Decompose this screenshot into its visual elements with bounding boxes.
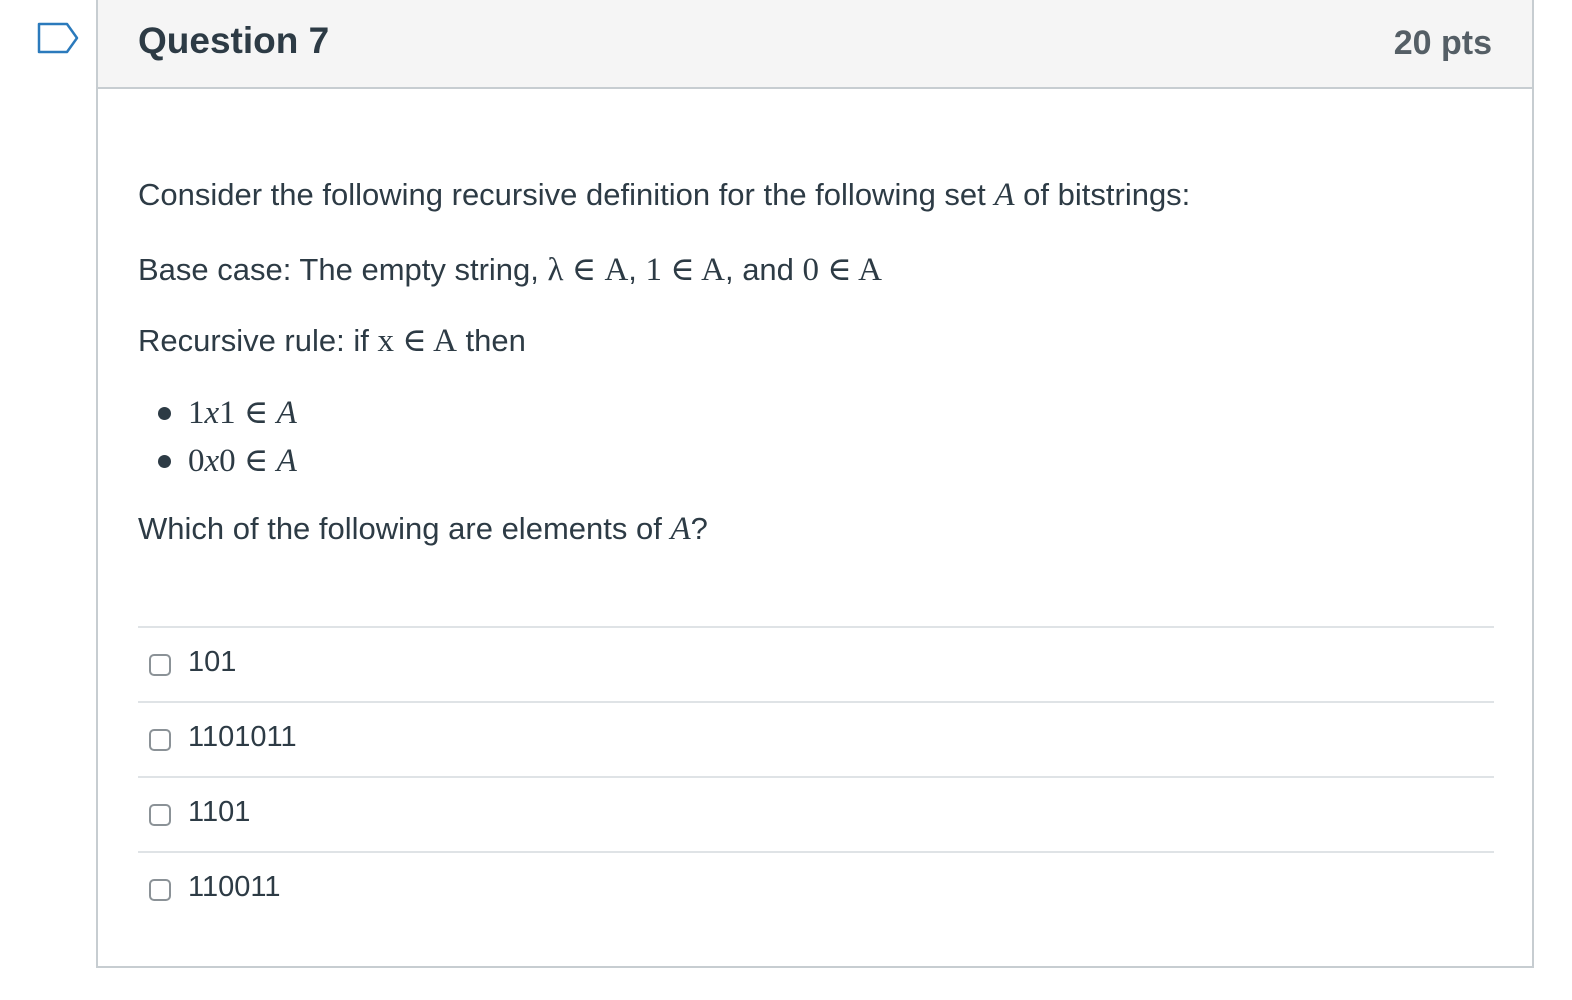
- rule-pre: 1: [188, 395, 205, 431]
- rule-item: 0x0 ∈ A: [138, 437, 297, 485]
- answer-label[interactable]: 1101011: [188, 721, 297, 754]
- answer-option[interactable]: 110011: [138, 851, 1494, 926]
- rule-set: A: [276, 443, 297, 479]
- checkbox-icon[interactable]: [149, 654, 171, 676]
- answer-label[interactable]: 110011: [188, 871, 280, 904]
- answer-label[interactable]: 1101: [188, 796, 250, 829]
- rule-pre: 0: [188, 443, 205, 479]
- question-intro: Consider the following recursive definit…: [138, 177, 1190, 214]
- rule-item: 1x1 ∈ A: [138, 389, 297, 437]
- question-title: Question 7: [138, 20, 330, 61]
- base-case-math-1: λ ∈ A: [547, 252, 629, 288]
- bullet-icon: [158, 455, 171, 468]
- base-case: Base case: The empty string, λ ∈ A, 1 ∈ …: [138, 249, 882, 289]
- rule-post: 0 ∈: [219, 443, 277, 479]
- answer-option[interactable]: 101: [138, 626, 1494, 701]
- checkbox-icon[interactable]: [149, 804, 171, 826]
- intro-text-after: of bitstrings:: [1014, 177, 1191, 212]
- question-header: Question 7 20 pts: [98, 0, 1532, 89]
- prompt-text-after: ?: [690, 511, 708, 546]
- rule-set: A: [276, 395, 297, 431]
- recursive-rule-condition: x ∈ A: [377, 323, 457, 359]
- recursive-rule: Recursive rule: if x ∈ A then: [138, 320, 526, 360]
- checkbox-icon[interactable]: [149, 729, 171, 751]
- intro-text-before: Consider the following recursive definit…: [138, 177, 995, 212]
- question-card: Question 7 20 pts Consider the following…: [96, 0, 1534, 968]
- prompt-set-var: A: [670, 511, 691, 547]
- bullet-icon: [158, 407, 171, 420]
- base-case-math-3: 0 ∈ A: [802, 252, 882, 288]
- checkbox-icon[interactable]: [149, 879, 171, 901]
- answer-label[interactable]: 101: [188, 646, 236, 679]
- base-case-label: Base case: The empty string,: [138, 252, 548, 287]
- recursive-rule-after: then: [456, 323, 526, 358]
- question-prompt: Which of the following are elements of A…: [138, 511, 708, 548]
- base-case-math-2: 1 ∈ A: [645, 252, 725, 288]
- prompt-text-before: Which of the following are elements of: [138, 511, 671, 546]
- recursive-rule-label: Recursive rule: if: [138, 323, 378, 358]
- intro-set-var: A: [994, 177, 1015, 213]
- rule-var: x: [204, 395, 220, 431]
- base-case-sep-1: ,: [628, 252, 646, 287]
- answer-option[interactable]: 1101: [138, 776, 1494, 851]
- rule-list: 1x1 ∈ A 0x0 ∈ A: [138, 389, 297, 485]
- answer-option[interactable]: 1101011: [138, 701, 1494, 776]
- rule-post: 1 ∈: [219, 395, 277, 431]
- answer-list: 101 1101011 1101 110011: [138, 626, 1494, 926]
- flag-question-icon[interactable]: [37, 22, 79, 58]
- rule-var: x: [204, 443, 220, 479]
- base-case-sep-2: , and: [724, 252, 803, 287]
- question-points: 20 pts: [1393, 24, 1492, 62]
